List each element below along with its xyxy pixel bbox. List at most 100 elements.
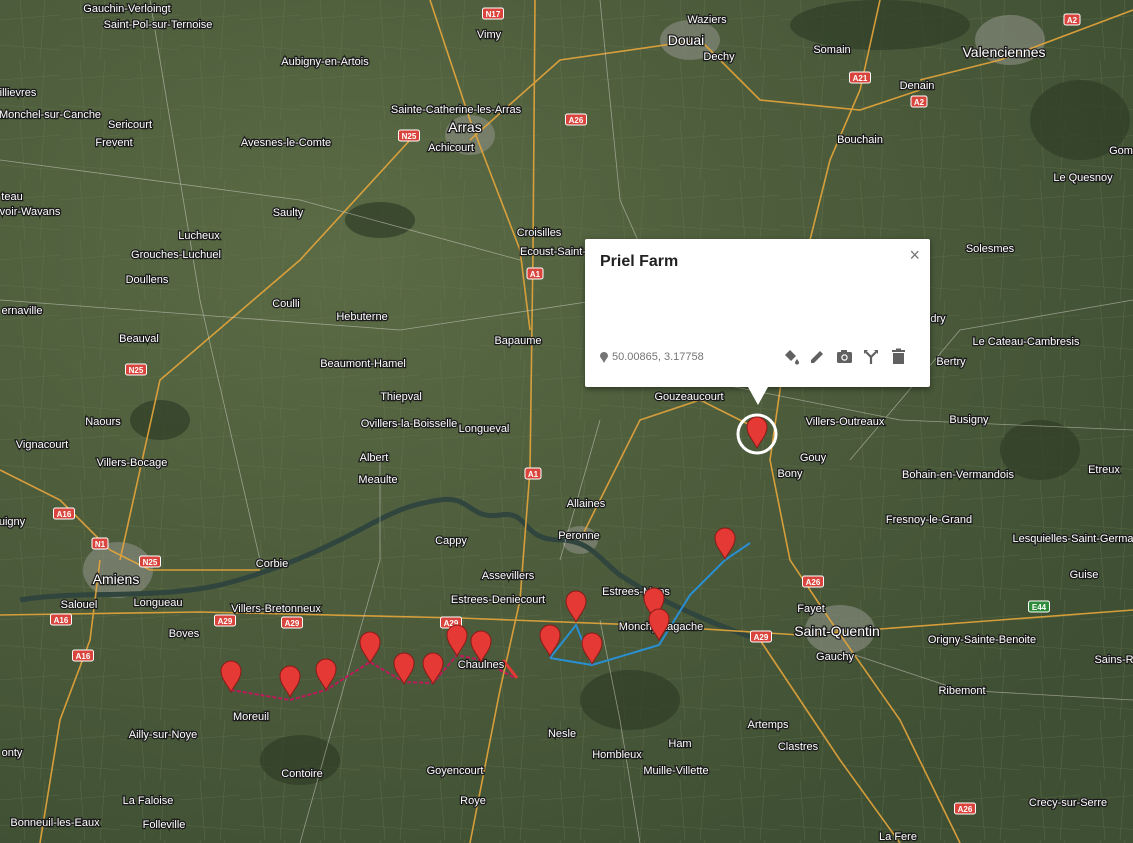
place-label: Lucheux <box>178 230 220 242</box>
road-shield: N25 <box>125 363 147 376</box>
road-shield-label: A29 <box>218 617 233 626</box>
road-shield-label: E44 <box>1032 603 1047 612</box>
place-label: Ailly-sur-Noye <box>129 729 197 741</box>
place-label: Bouchain <box>837 134 883 146</box>
place-label: Fresnoy-le-Grand <box>886 514 972 526</box>
place-label: Guise <box>1070 569 1099 581</box>
directions-icon[interactable] <box>862 347 881 366</box>
place-label: Corbie <box>256 558 288 570</box>
close-icon[interactable]: × <box>909 246 920 264</box>
popup-actions <box>781 347 908 366</box>
place-label: Le Quesnoy <box>1053 172 1113 184</box>
place-label: Ham <box>668 738 691 750</box>
road-shield-label: A29 <box>285 619 300 628</box>
place-label: Assevillers <box>482 570 535 582</box>
place-label: uigny <box>0 516 26 528</box>
road-shield-label: N25 <box>402 132 417 141</box>
place-label: Gom <box>1109 145 1133 157</box>
road-shield-label: A26 <box>958 805 973 814</box>
place-label: dry <box>930 313 946 325</box>
road-shield: A26 <box>954 802 976 815</box>
camera-icon[interactable] <box>835 347 854 366</box>
place-label: Albert <box>360 452 389 464</box>
place-label: Artemps <box>748 719 789 731</box>
road-shield-label: A29 <box>754 633 769 642</box>
place-label: Arras <box>448 119 481 135</box>
road-shield-label: A26 <box>806 578 821 587</box>
road-shield: A26 <box>802 575 824 588</box>
place-label: Frevent <box>95 137 132 149</box>
place-label: Douai <box>668 32 705 48</box>
place-label: Fayet <box>797 603 825 615</box>
place-label: Gauchin-Verloingt <box>83 3 170 15</box>
road-shield: N25 <box>398 129 420 142</box>
road-shield-label: A21 <box>853 74 868 83</box>
place-label: Naours <box>85 416 121 428</box>
road-shield: A26 <box>565 113 587 126</box>
place-label: Moreuil <box>233 711 269 723</box>
place-label: Beaumont-Hamel <box>320 358 406 370</box>
road-shield-label: N1 <box>95 540 106 549</box>
place-label: Clastres <box>778 741 819 753</box>
trash-icon[interactable] <box>889 347 908 366</box>
place-label: Grouches-Luchuel <box>131 249 221 261</box>
place-label: Saint-Quentin <box>794 623 880 639</box>
place-label: Ribemont <box>938 685 985 697</box>
satellite-map[interactable]: N17 A2 A21 A2 A26 N25 A1 N25 A1 A16 N1 N25 A26 E44 A16… <box>0 0 1133 843</box>
place-label: Sains-R <box>1094 654 1133 666</box>
place-title: Priel Farm <box>600 253 679 270</box>
place-label: Muille-Villette <box>643 765 708 777</box>
place-label: Monchel-sur-Canche <box>0 109 101 121</box>
road-shield: A16 <box>50 613 72 626</box>
place-label: Busigny <box>949 414 989 426</box>
place-label: Denain <box>900 80 935 92</box>
place-label: illievres <box>0 87 37 99</box>
road-shield: A1 <box>526 267 544 280</box>
place-label: La Fere <box>879 831 917 843</box>
place-label: Hombleux <box>592 749 642 761</box>
road-shield-label: A1 <box>528 470 539 479</box>
road-shield: A2 <box>1063 13 1081 26</box>
paint-bucket-icon[interactable] <box>781 347 800 366</box>
road-shield: A16 <box>72 649 94 662</box>
place-label: Villers-Bretonneux <box>231 603 321 615</box>
road-shield-label: A16 <box>54 616 69 625</box>
place-label: Bapaume <box>494 335 541 347</box>
road-shield-label: A16 <box>57 510 72 519</box>
place-label: Vimy <box>477 29 502 41</box>
place-label: Gouy <box>800 452 827 464</box>
place-label: voir-Wavans <box>0 206 61 218</box>
place-label: Valenciennes <box>962 44 1045 60</box>
place-label: Sainte-Catherine-les-Arras <box>391 104 522 116</box>
road-shield: A21 <box>849 71 871 84</box>
place-label: Boves <box>169 628 200 640</box>
place-label: Villers-Bocage <box>97 457 168 469</box>
location-pin-icon <box>600 351 608 363</box>
coordinates-value: 50.00865, 3.17758 <box>612 351 704 363</box>
coordinates: 50.00865, 3.17758 <box>600 351 704 363</box>
place-label: Saint-Pol-sur-Ternoise <box>104 19 213 31</box>
road-shield: E44 <box>1028 600 1050 613</box>
place-label: Gauchy <box>816 651 854 663</box>
road-shield: N25 <box>139 555 161 568</box>
road-shield: A16 <box>53 507 75 520</box>
place-label: ernaville <box>2 305 43 317</box>
place-label: Folleville <box>143 819 186 831</box>
place-label: Etreux <box>1088 464 1120 476</box>
place-label: La Faloise <box>123 795 174 807</box>
road-shield: A29 <box>214 614 236 627</box>
place-label: Achicourt <box>428 142 474 154</box>
place-label: Longueval <box>459 423 510 435</box>
place-label: Allaines <box>567 498 606 510</box>
place-label: Doullens <box>126 274 169 286</box>
place-label: Lesquielles-Saint-Germa <box>1012 533 1133 545</box>
place-label: onty <box>2 747 23 759</box>
pencil-icon[interactable] <box>808 347 827 366</box>
place-label: Estrees-Deniecourt <box>451 594 545 606</box>
place-label: Meaulte <box>358 474 397 486</box>
road-shield-label: N25 <box>143 558 158 567</box>
place-label: Roye <box>460 795 486 807</box>
road-shield-label: N25 <box>129 366 144 375</box>
road-shield-label: A1 <box>530 270 541 279</box>
place-label: Cappy <box>435 535 467 547</box>
